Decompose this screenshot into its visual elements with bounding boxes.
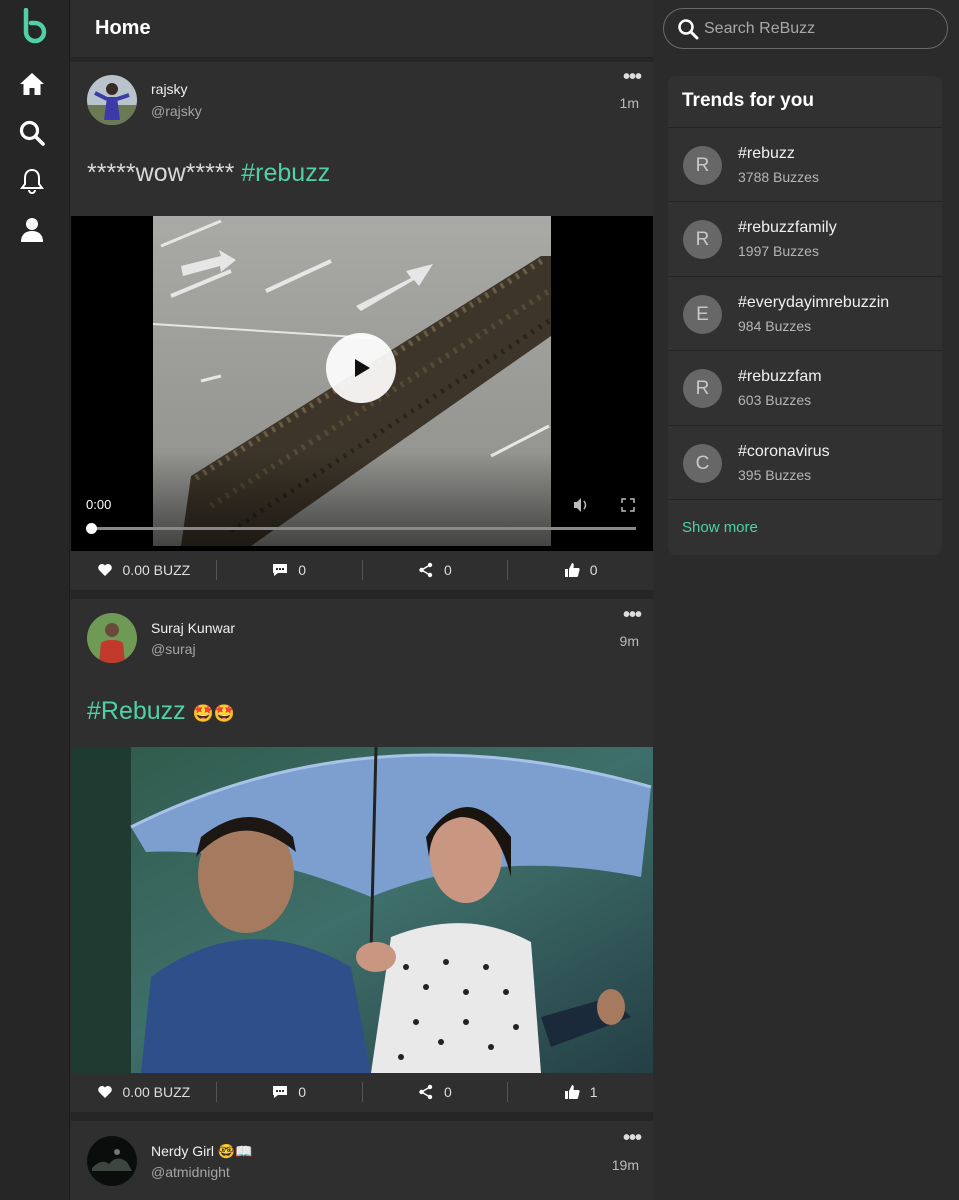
search-icon (678, 19, 699, 40)
post-timestamp: 9m (619, 633, 639, 649)
buzz-amount: 0.00 BUZZ (122, 562, 191, 578)
heart-icon (97, 1086, 112, 1098)
trend-avatar: R (683, 146, 722, 185)
video-progress-bar[interactable] (86, 523, 636, 534)
post-actions: 0.00 BUZZ 0 0 1 (71, 1073, 653, 1111)
comment-count: 0 (298, 1084, 307, 1100)
post-text-plain: *****wow***** (87, 159, 242, 187)
trend-count: 3788 Buzzes (738, 169, 819, 185)
trend-tag[interactable]: #rebuzz (738, 145, 795, 163)
trend-tag[interactable]: #coronavirus (738, 443, 830, 461)
trends-divider (668, 499, 942, 500)
share-count: 0 (443, 1084, 452, 1100)
comment-icon (273, 1086, 288, 1098)
post-card: Suraj Kunwar @suraj ••• 9m #Rebuzz 🤩🤩 0.… (71, 599, 653, 1112)
trend-avatar: E (683, 295, 722, 334)
feed-header: Home (71, 0, 653, 58)
bell-icon[interactable] (18, 167, 46, 195)
trend-avatar: R (683, 220, 722, 259)
play-button[interactable] (326, 333, 396, 403)
avatar[interactable] (87, 75, 137, 125)
more-options-button[interactable]: ••• (623, 1127, 642, 1150)
post-hashtag-link[interactable]: #rebuzz (241, 159, 330, 187)
like-count: 0 (589, 562, 598, 578)
avatar[interactable] (87, 1136, 137, 1186)
page-title: Home (95, 17, 151, 39)
trend-count: 1997 Buzzes (738, 243, 819, 259)
post-card: rajsky @rajsky ••• 1m *****wow***** #reb… (71, 62, 653, 590)
rebuzz-logo-icon[interactable] (20, 8, 50, 44)
more-options-button[interactable]: ••• (623, 66, 642, 89)
trends-panel: Trends for you R #rebuzz 3788 Buzzes R #… (668, 76, 942, 555)
post-actions: 0.00 BUZZ 0 0 0 (71, 551, 653, 589)
post-author-handle[interactable]: @atmidnight (151, 1164, 230, 1180)
more-options-button[interactable]: ••• (623, 604, 642, 627)
trend-item[interactable]: R #rebuzz 3788 Buzzes (668, 127, 942, 201)
post-author-name[interactable]: rajsky (151, 81, 188, 97)
share-button[interactable]: 0 (361, 1082, 508, 1102)
post-hashtag-link[interactable]: #Rebuzz (87, 697, 186, 725)
post-author-handle[interactable]: @rajsky (151, 103, 202, 119)
volume-icon[interactable] (572, 497, 590, 513)
left-nav (0, 0, 70, 1200)
trend-item[interactable]: C #coronavirus 395 Buzzes (668, 425, 942, 499)
buzz-button[interactable]: 0.00 BUZZ (71, 560, 216, 580)
show-more-link[interactable]: Show more (682, 519, 758, 536)
search-bar[interactable] (663, 8, 948, 49)
post-image[interactable] (71, 747, 653, 1073)
post-emoji: 🤩🤩 (192, 704, 235, 723)
home-icon[interactable] (18, 70, 46, 98)
trend-item[interactable]: R #rebuzzfam 603 Buzzes (668, 350, 942, 424)
post-author-handle[interactable]: @suraj (151, 641, 196, 657)
heart-icon (97, 564, 112, 576)
trend-count: 603 Buzzes (738, 392, 812, 408)
avatar[interactable] (87, 613, 137, 663)
comment-icon (273, 564, 288, 576)
post-text: *****wow***** #rebuzz (87, 159, 330, 188)
comment-button[interactable]: 0 (215, 560, 362, 580)
trend-tag[interactable]: #rebuzzfamily (738, 219, 837, 237)
trend-item[interactable]: E #everydayimrebuzzin 984 Buzzes (668, 276, 942, 350)
share-icon (419, 1084, 433, 1100)
thumbs-up-icon (564, 1085, 580, 1099)
trend-tag[interactable]: #everydayimrebuzzin (738, 294, 889, 312)
post-text: #Rebuzz 🤩🤩 (87, 697, 235, 726)
trend-count: 984 Buzzes (738, 318, 812, 334)
fullscreen-icon[interactable] (621, 498, 635, 512)
post-author-name[interactable]: Suraj Kunwar (151, 620, 235, 636)
search-icon[interactable] (18, 119, 46, 147)
trend-item[interactable]: R #rebuzzfamily 1997 Buzzes (668, 201, 942, 275)
comment-count: 0 (298, 562, 307, 578)
like-count: 1 (589, 1084, 598, 1100)
share-button[interactable]: 0 (361, 560, 508, 580)
buzz-amount: 0.00 BUZZ (122, 1084, 191, 1100)
trends-title: Trends for you (682, 90, 814, 111)
like-button[interactable]: 0 (507, 560, 653, 580)
user-icon[interactable] (18, 215, 46, 243)
post-timestamp: 1m (619, 95, 639, 111)
video-player[interactable]: 0:00 (71, 216, 653, 551)
share-icon (419, 562, 433, 578)
trend-avatar: C (683, 444, 722, 483)
buzz-button[interactable]: 0.00 BUZZ (71, 1082, 216, 1102)
video-current-time: 0:00 (86, 497, 112, 512)
post-card: Nerdy Girl 🤓📖 @atmidnight ••• 19m (71, 1121, 653, 1200)
share-count: 0 (443, 562, 452, 578)
post-timestamp: 19m (611, 1157, 639, 1173)
like-button[interactable]: 1 (507, 1082, 653, 1102)
trend-avatar: R (683, 369, 722, 408)
trend-tag[interactable]: #rebuzzfam (738, 368, 822, 386)
thumbs-up-icon (564, 563, 580, 577)
video-progress-handle[interactable] (86, 523, 97, 534)
comment-button[interactable]: 0 (215, 1082, 362, 1102)
trend-count: 395 Buzzes (738, 467, 812, 483)
post-author-name[interactable]: Nerdy Girl 🤓📖 (151, 1143, 253, 1160)
play-icon (355, 359, 370, 377)
search-input[interactable] (704, 17, 934, 41)
